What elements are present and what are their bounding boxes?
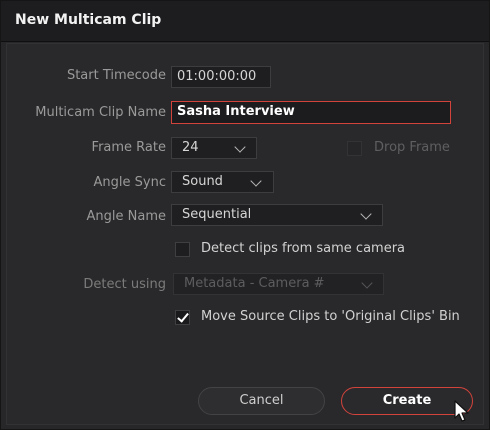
dialog-title: New Multicam Clip bbox=[15, 12, 162, 28]
title-bar: New Multicam Clip bbox=[1, 1, 489, 42]
angle-name-label: Angle Name bbox=[86, 209, 166, 224]
detect-using-value: Metadata - Camera # bbox=[184, 276, 325, 291]
clip-name-field[interactable]: Sasha Interview bbox=[171, 101, 451, 124]
move-source-label: Move Source Clips to 'Original Clips' Bi… bbox=[201, 309, 460, 324]
chevron-down-icon bbox=[250, 175, 262, 187]
start-timecode-label: Start Timecode bbox=[66, 68, 166, 83]
clip-name-label: Multicam Clip Name bbox=[35, 105, 166, 120]
drop-frame-label: Drop Frame bbox=[374, 140, 450, 155]
chevron-down-icon bbox=[234, 141, 246, 153]
frame-rate-value: 24 bbox=[182, 140, 199, 155]
chevron-down-icon bbox=[361, 277, 373, 289]
detect-using-select[interactable]: Metadata - Camera # bbox=[173, 273, 384, 295]
angle-name-value: Sequential bbox=[182, 207, 252, 222]
detect-same-camera-checkbox[interactable] bbox=[175, 242, 190, 257]
detect-using-label: Detect using bbox=[83, 277, 166, 292]
frame-rate-label: Frame Rate bbox=[91, 140, 166, 155]
drop-frame-checkbox[interactable] bbox=[347, 141, 362, 156]
new-multicam-clip-dialog: New Multicam Clip Start Timecode 01:00:0… bbox=[0, 0, 490, 430]
angle-sync-select[interactable]: Sound bbox=[171, 171, 274, 193]
angle-sync-label: Angle Sync bbox=[93, 175, 166, 190]
detect-same-camera-label: Detect clips from same camera bbox=[201, 241, 406, 256]
move-source-checkbox[interactable] bbox=[175, 310, 190, 325]
frame-rate-select[interactable]: 24 bbox=[171, 137, 257, 159]
chevron-down-icon bbox=[360, 208, 372, 220]
mouse-cursor-icon bbox=[454, 400, 469, 422]
angle-sync-value: Sound bbox=[182, 174, 223, 189]
cancel-button[interactable]: Cancel bbox=[198, 387, 325, 415]
start-timecode-field[interactable]: 01:00:00:00 bbox=[171, 66, 271, 88]
angle-name-select[interactable]: Sequential bbox=[171, 204, 383, 226]
